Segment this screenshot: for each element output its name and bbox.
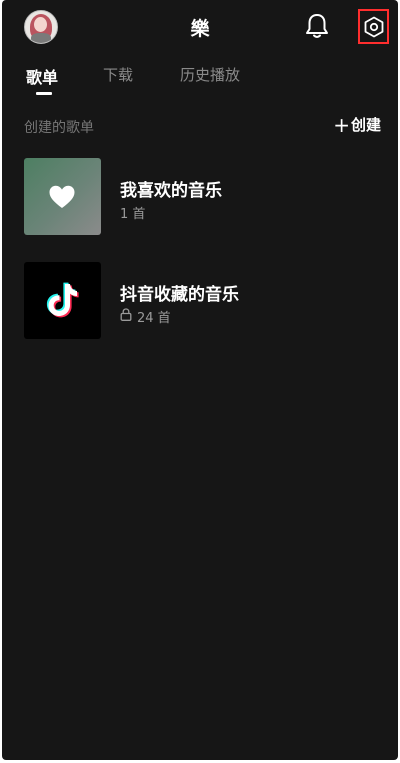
playlist-cover <box>24 158 101 235</box>
lock-icon <box>120 308 132 325</box>
page-title: 樂 <box>190 18 210 40</box>
playlist-name: 抖音收藏的音乐 <box>120 285 239 305</box>
plus-icon: + <box>333 112 350 137</box>
playlist-item-douyin-favorites[interactable]: 抖音收藏的音乐 24 首 <box>24 262 384 340</box>
playlist-track-count: 1 首 <box>120 203 145 222</box>
create-playlist-button[interactable]: + 创建 <box>333 114 381 135</box>
app-screen: 樂 歌单 下载 历史播放 创建的歌单 + 创建 我喜欢的音乐 1 首 抖音收藏的… <box>2 0 398 760</box>
playlist-cover <box>24 262 101 339</box>
active-tab-indicator <box>36 92 52 95</box>
tab-playlists[interactable]: 歌单 <box>26 64 58 88</box>
settings-hexagon-icon[interactable] <box>358 9 389 44</box>
tab-history[interactable]: 历史播放 <box>180 64 240 85</box>
playlist-name: 我喜欢的音乐 <box>120 181 222 201</box>
tab-downloads[interactable]: 下载 <box>103 64 133 85</box>
playlist-count-text: 1 首 <box>120 207 146 222</box>
section-title: 创建的歌单 <box>24 120 94 136</box>
tiktok-logo-icon <box>46 282 79 318</box>
playlist-track-count: 24 首 <box>120 307 171 326</box>
bell-icon[interactable] <box>304 12 330 40</box>
heart-icon <box>49 185 75 208</box>
playlist-count-text: 24 首 <box>137 311 171 326</box>
playlist-item-liked-music[interactable]: 我喜欢的音乐 1 首 <box>24 158 384 236</box>
create-playlist-label: 创建 <box>350 116 381 134</box>
